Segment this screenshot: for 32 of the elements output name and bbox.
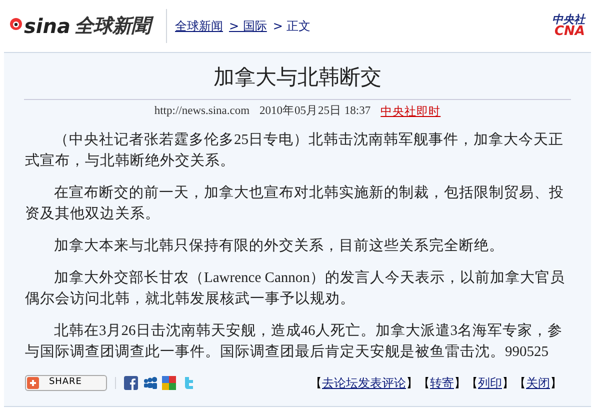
eye-icon xyxy=(10,18,22,30)
footer-link[interactable]: 关闭 xyxy=(526,374,550,392)
article-paragraph: 北韩在3月26日击沈南韩天安舰，造成46人死亡。加拿大派遣3名海军专家，参与国际调查团调查此一事件。国际调查团最后肯定天安舰是被鱼雷击沈。990525 xyxy=(25,322,564,362)
bracket: 】 xyxy=(550,375,562,392)
publish-date: 2010年05月25日 18:37 xyxy=(260,104,371,118)
bracket: 【 xyxy=(310,375,322,392)
footer-link[interactable]: 列印 xyxy=(478,374,502,392)
partner-logo-text: CNA xyxy=(554,25,585,38)
logo-word: sina xyxy=(24,16,70,36)
bracket: 【 xyxy=(418,375,430,392)
breadcrumb-current: > 正文 xyxy=(272,18,311,35)
breadcrumb-link[interactable]: 全球新闻 xyxy=(175,17,223,35)
article-title: 加拿大与北韩断交 xyxy=(212,64,382,91)
footer-link[interactable]: 转寄 xyxy=(430,374,454,392)
footer-link[interactable]: 去论坛发表评论 xyxy=(322,374,406,392)
bracket: 】 xyxy=(406,375,418,392)
people-icon[interactable] xyxy=(143,376,157,390)
article-paragraph: 加拿大外交部长甘农（Lawrence Cannon）的发言人今天表示，以前加拿大官员偶尔会访问北韩，就北韩发展核武一事予以规劝。 xyxy=(25,268,566,309)
bracket: 】 xyxy=(454,375,466,392)
bracket: 】 xyxy=(502,375,514,392)
article-paragraph: 在宣布断交的前一天，加拿大也宣布对北韩实施新的制裁，包括限制贸易、投资及其他双边关系。 xyxy=(25,184,565,224)
source-link[interactable]: 中央社即时 xyxy=(380,102,441,120)
facebook-icon[interactable] xyxy=(124,376,138,390)
breadcrumb-link[interactable]: > 国际 xyxy=(229,17,267,35)
bracket: 【 xyxy=(466,375,478,392)
bracket: 【 xyxy=(514,375,526,392)
article-paragraph: （中央社记者张若霆多伦多25日专电）北韩击沈南韩军舰事件，加拿大今天正式宣布，与北韩断绝外交关系。 xyxy=(25,130,564,171)
partner-logo-text: 中央社 xyxy=(552,14,585,25)
article-paragraph: 加拿大本来与北韩只保持有限的外交关系，目前这些关系完全断绝。 xyxy=(53,236,505,256)
plus-icon xyxy=(27,377,39,389)
share-button[interactable]: SHARE xyxy=(25,375,107,391)
source-url: http://news.sina.com xyxy=(154,104,250,118)
